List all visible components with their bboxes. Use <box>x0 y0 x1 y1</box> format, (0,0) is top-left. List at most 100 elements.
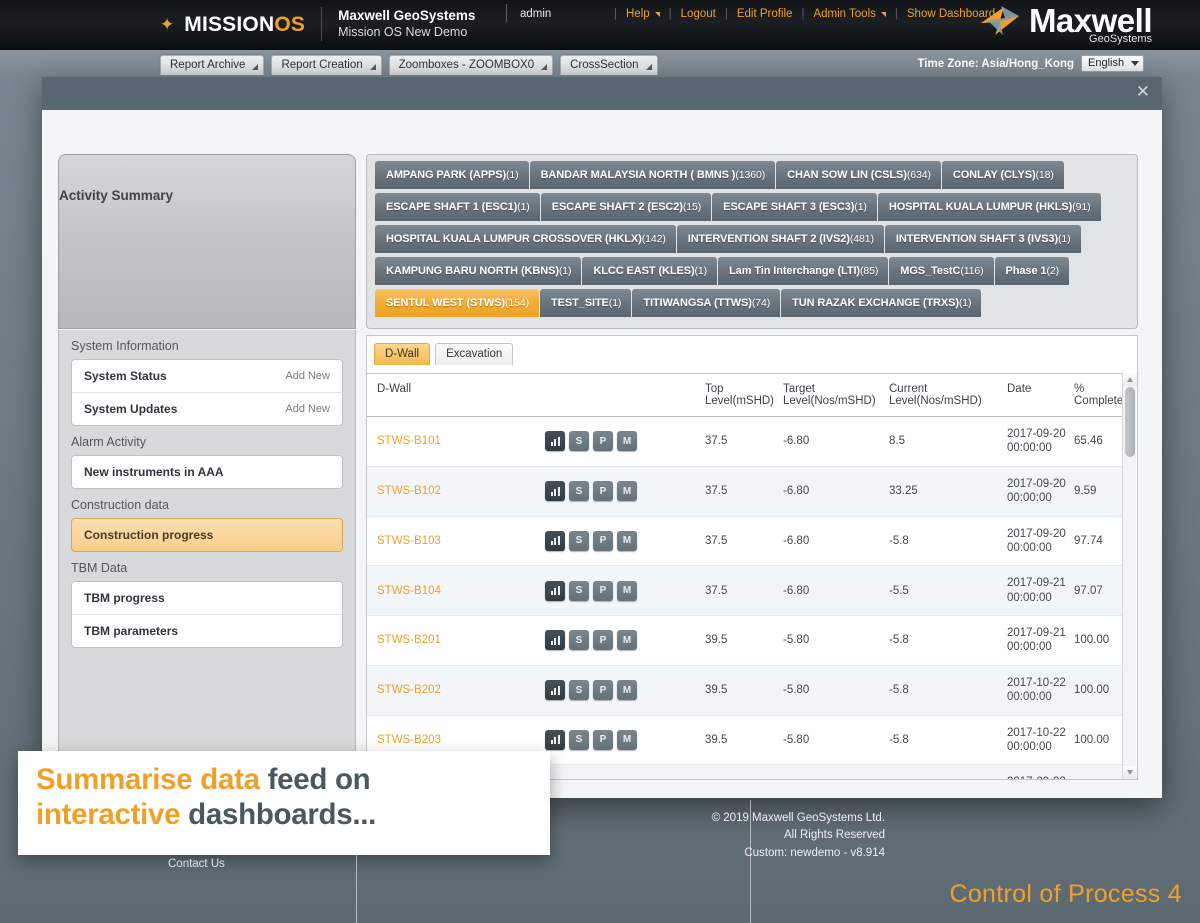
site-tab-ivs3[interactable]: INTERVENTION SHAFT 3 (IVS3)(1) <box>884 225 1081 253</box>
scroll-up-icon[interactable] <box>1123 373 1137 386</box>
sidebar-item-tbm-parameters[interactable]: TBM parameters <box>72 615 342 647</box>
cell-target-level: -6.80 <box>783 565 889 616</box>
site-tab-ivs2[interactable]: INTERVENTION SHAFT 2 (IVS2)(481) <box>676 225 884 253</box>
chart-icon[interactable] <box>545 530 565 551</box>
button-p[interactable]: P <box>593 481 613 502</box>
table-vertical-scrollbar[interactable] <box>1122 373 1137 779</box>
d-wall-link[interactable]: STWS-B202 <box>377 684 441 696</box>
table-row[interactable]: STWS-B201 S P M 39.5 -5.80 -5.8 2017-09-21 00:00… <box>367 615 1124 666</box>
button-s[interactable]: S <box>569 680 589 701</box>
nav-tab-zoomboxes[interactable]: Zoomboxes - ZOOMBOX0 <box>388 55 554 75</box>
chart-icon[interactable] <box>545 729 565 750</box>
tab-d-wall[interactable]: D-Wall <box>374 343 431 365</box>
sidebar-item-system-status[interactable]: System Status Add New <box>72 360 342 393</box>
site-tab-kles[interactable]: KLCC EAST (KLES)(1) <box>582 257 718 285</box>
table-row[interactable]: STWS-B103 S P M 37.5 -6.80 -5.8 2017-09-20 00:00… <box>367 516 1124 567</box>
scroll-down-icon[interactable] <box>1123 766 1137 779</box>
site-tab-apps[interactable]: AMPANG PARK (APPS)(1) <box>375 161 529 189</box>
add-new-link[interactable]: Add New <box>285 403 330 415</box>
secondary-navbar: Report Archive Report Creation Zoomboxes… <box>0 50 1200 78</box>
edit-profile-link[interactable]: Edit Profile <box>737 8 793 20</box>
button-s[interactable]: S <box>569 630 589 651</box>
tab-excavation[interactable]: Excavation <box>435 343 514 365</box>
button-m[interactable]: M <box>617 431 637 452</box>
chart-icon[interactable] <box>545 431 565 452</box>
d-wall-link[interactable]: STWS-B102 <box>377 485 441 497</box>
table-row[interactable]: STWS-B101 S P M 37.5 -6.80 8.5 2017-09-20 00:00:… <box>367 416 1124 467</box>
d-wall-link[interactable]: STWS-B104 <box>377 585 441 597</box>
nav-tab-crosssection[interactable]: CrossSection <box>560 55 658 75</box>
table-row[interactable]: STWS-B104 S P M 37.5 -6.80 -5.5 2017-09-21 00:00… <box>367 565 1124 616</box>
tab-corner-icon <box>252 64 259 70</box>
copyright-line-3: Custom: newdemo - v8.914 <box>744 846 885 859</box>
chart-icon[interactable] <box>545 680 565 701</box>
site-tab-esc3[interactable]: ESCAPE SHAFT 3 (ESC3)(1) <box>712 193 877 221</box>
button-p[interactable]: P <box>593 530 613 551</box>
button-m[interactable]: M <box>617 580 637 601</box>
button-m[interactable]: M <box>617 729 637 750</box>
cell-target-level: -5.80 <box>783 715 889 766</box>
chart-icon[interactable] <box>545 481 565 502</box>
button-p[interactable]: P <box>593 680 613 701</box>
button-m[interactable]: M <box>617 530 637 551</box>
button-s[interactable]: S <box>569 729 589 750</box>
button-s[interactable]: S <box>569 530 589 551</box>
language-value: English <box>1088 57 1125 69</box>
site-tab-clys[interactable]: CONLAY (CLYS)(18) <box>941 161 1064 189</box>
button-p[interactable]: P <box>593 630 613 651</box>
button-p[interactable]: P <box>593 580 613 601</box>
table-row[interactable]: STWS-B102 S P M 37.5 -6.80 33.25 2017-09-20 00:0… <box>367 466 1124 517</box>
button-s[interactable]: S <box>569 481 589 502</box>
site-tab-ttws[interactable]: TITIWANGSA (TTWS)(74) <box>632 289 781 317</box>
d-wall-link[interactable]: STWS-B201 <box>377 634 441 646</box>
button-p[interactable]: P <box>593 729 613 750</box>
site-tab-hklx[interactable]: HOSPITAL KUALA LUMPUR CROSSOVER (HKLX)(1… <box>375 225 676 253</box>
site-tab-stws[interactable]: SENTUL WEST (STWS)(154) <box>375 289 540 317</box>
button-m[interactable]: M <box>617 680 637 701</box>
contact-us-link[interactable]: Contact Us <box>168 858 225 870</box>
sidebar-item-label: Construction progress <box>84 528 214 542</box>
button-p[interactable]: P <box>593 431 613 452</box>
site-tab-trxs[interactable]: TUN RAZAK EXCHANGE (TRXS)(1) <box>781 289 982 317</box>
admin-divider <box>506 4 507 22</box>
chart-icon[interactable] <box>545 630 565 651</box>
language-select[interactable]: English <box>1081 55 1144 72</box>
admin-tools-link[interactable]: Admin Tools <box>813 8 886 20</box>
chart-icon[interactable] <box>545 580 565 601</box>
col-current-level: Current Level(Nos/mSHD) <box>889 374 1007 417</box>
site-tab-mgs-testc[interactable]: MGS_TestC(116) <box>889 257 994 285</box>
link-sep: | <box>894 8 898 20</box>
site-tab-kbns[interactable]: KAMPUNG BARU NORTH (KBNS)(1) <box>375 257 582 285</box>
d-wall-link[interactable]: STWS-B203 <box>377 734 441 746</box>
d-wall-link[interactable]: STWS-B101 <box>377 435 441 447</box>
button-s[interactable]: S <box>569 580 589 601</box>
site-tab-test-site[interactable]: TEST_SITE(1) <box>540 289 632 317</box>
button-m[interactable]: M <box>617 481 637 502</box>
sidebar-item-new-instruments-in-aaa[interactable]: New instruments in AAA <box>72 456 342 488</box>
d-wall-link[interactable]: STWS-B103 <box>377 535 441 547</box>
modal-body: Activity Summary System Information Syst… <box>42 110 1162 798</box>
help-link[interactable]: Help <box>626 8 660 20</box>
site-tab-hkls[interactable]: HOSPITAL KUALA LUMPUR (HKLS)(91) <box>877 193 1101 221</box>
cell-date: 2017-09-2200:00:00 <box>1007 764 1074 779</box>
sidebar-item-tbm-progress[interactable]: TBM progress <box>72 582 342 615</box>
site-tab-esc2[interactable]: ESCAPE SHAFT 2 (ESC2)(15) <box>540 193 712 221</box>
nav-tab-report-archive[interactable]: Report Archive <box>160 55 265 75</box>
site-tab-bmns[interactable]: BANDAR MALAYSIA NORTH ( BMNS )(1360) <box>529 161 776 189</box>
close-icon[interactable]: ✕ <box>1136 83 1150 100</box>
sidebar-item-system-updates[interactable]: System Updates Add New <box>72 393 342 425</box>
site-tab-csls[interactable]: CHAN SOW LIN (CSLS)(634) <box>776 161 941 189</box>
cell-date: 2017-09-20 00:00:00 <box>1007 416 1074 467</box>
site-tab-phase-1[interactable]: Phase 1(2) <box>994 257 1069 285</box>
date-day: 2017-10-22 <box>1007 726 1066 739</box>
site-tab-esc1[interactable]: ESCAPE SHAFT 1 (ESC1)(1) <box>375 193 540 221</box>
scrollbar-thumb[interactable] <box>1125 387 1135 457</box>
button-m[interactable]: M <box>617 630 637 651</box>
button-s[interactable]: S <box>569 431 589 452</box>
nav-tab-report-creation[interactable]: Report Creation <box>271 55 382 75</box>
sidebar-item-construction-progress[interactable]: Construction progress <box>72 519 342 551</box>
logout-link[interactable]: Logout <box>681 8 716 20</box>
table-row[interactable]: STWS-B202 S P M 39.5 -5.80 -5.8 2017-10-22 00:00… <box>367 665 1124 716</box>
add-new-link[interactable]: Add New <box>285 370 330 382</box>
site-tab-lti[interactable]: Lam Tin Interchange (LTI)(85) <box>718 257 889 285</box>
